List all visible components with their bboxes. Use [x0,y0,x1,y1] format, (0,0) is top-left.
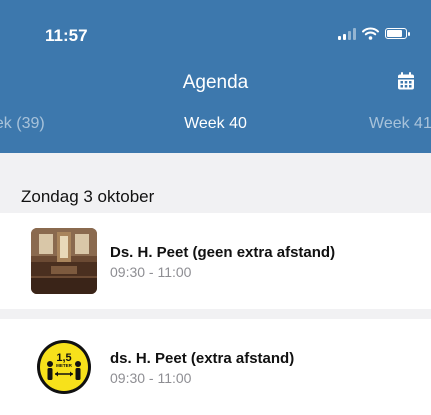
event-title: ds. H. Peet (extra afstand) [110,350,295,367]
page-title: Agenda [182,72,249,93]
event-row[interactable]: 1,5 METER ds. H. Peet (extra afstand) 09… [0,319,431,415]
week-tab-next[interactable]: Week 41 [369,115,431,133]
battery-icon [385,28,410,39]
church-interior-photo [31,228,97,294]
calendar-icon[interactable] [396,71,416,91]
signal-icon [338,27,356,40]
status-time: 11:57 [45,26,88,45]
wifi-icon [362,27,379,40]
event-row[interactable]: Ds. H. Peet (geen extra afstand) 09:30 -… [0,213,431,309]
day-section-header: Zondag 3 oktober [0,153,431,213]
day-title: Zondag 3 oktober [21,187,155,206]
row-separator [0,309,431,319]
event-time: 09:30 - 11:00 [110,370,192,386]
app-header: 11:57 Agenda eek (39) Week 40 Week 41 [0,0,431,153]
week-tab-current[interactable]: Week 40 [0,115,431,133]
distance-sign-icon: 1,5 METER [31,334,97,400]
sign-subtext: METER [56,363,73,368]
event-title: Ds. H. Peet (geen extra afstand) [110,244,336,261]
week-selector: eek (39) Week 40 Week 41 [0,115,431,151]
status-icons [338,27,410,40]
event-time: 09:30 - 11:00 [110,264,192,280]
